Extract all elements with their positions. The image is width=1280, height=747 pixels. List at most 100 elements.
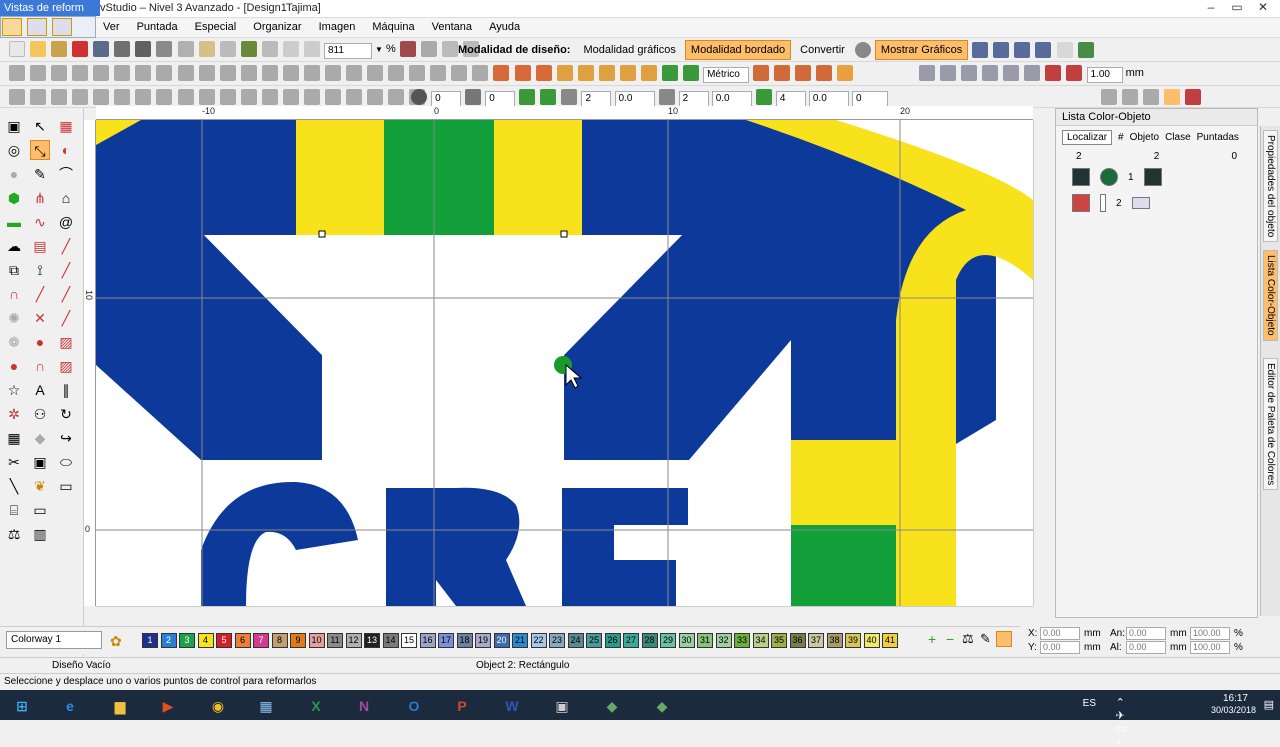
effect-7-icon[interactable] — [683, 65, 699, 81]
transform-18-icon[interactable] — [367, 89, 384, 105]
color-swatch[interactable]: 26 — [604, 633, 621, 648]
colorway-select[interactable]: Colorway 1 — [6, 631, 102, 649]
gear-icon[interactable]: ✲ — [4, 404, 24, 424]
tab-object-properties[interactable]: Propiedades del objeto — [1263, 130, 1278, 243]
color-swatch[interactable]: 22 — [530, 633, 547, 648]
yellow-stripe-1[interactable] — [296, 120, 384, 235]
transform-8-icon[interactable] — [156, 89, 173, 105]
zoom-icon[interactable] — [282, 41, 299, 57]
knife-icon[interactable]: ╲ — [4, 476, 24, 496]
transform-17-icon[interactable] — [346, 89, 362, 105]
embroidery-mode-button[interactable]: Modalidad bordado — [684, 40, 792, 60]
hatch-icon[interactable]: ▨ — [56, 332, 76, 352]
units-select[interactable]: Métrico — [703, 66, 750, 83]
loop-icon[interactable]: ❁ — [4, 332, 24, 352]
rotate-input[interactable]: 0 — [431, 90, 462, 107]
arc-red-icon[interactable]: ∩ — [30, 356, 50, 376]
hoop-icon[interactable]: ◎ — [4, 140, 24, 160]
stitch-type-5-icon[interactable] — [93, 65, 110, 81]
stitch-type-19-icon[interactable] — [388, 65, 405, 81]
star-icon[interactable]: ☆ — [4, 380, 24, 400]
color-swatch[interactable]: 25 — [586, 633, 602, 648]
stitch-type-14-icon[interactable] — [282, 65, 299, 81]
zoom-fit-icon[interactable] — [420, 41, 437, 57]
start-icon[interactable]: ⊞ — [2, 693, 42, 719]
align-2-icon[interactable] — [940, 65, 957, 81]
color-swatch[interactable]: 40 — [863, 633, 880, 648]
color-swatch[interactable]: 11 — [327, 633, 343, 648]
zoom-input[interactable]: 811 — [323, 42, 372, 59]
stitch-type-16-icon[interactable] — [324, 65, 341, 81]
transform-9-icon[interactable] — [177, 89, 194, 105]
green-stripe[interactable] — [384, 120, 494, 235]
tab-color-object-list[interactable]: Lista Color-Objeto — [1263, 250, 1278, 341]
graphics-mode-button[interactable]: Modalidad gráficos — [578, 40, 682, 60]
color-swatch[interactable]: 20 — [493, 633, 510, 648]
palette-settings-icon[interactable]: ✿ — [110, 633, 122, 650]
frame-icon[interactable]: ▣ — [4, 116, 24, 136]
align-6-icon[interactable] — [1024, 65, 1041, 81]
color-swatch[interactable]: 18 — [456, 633, 473, 648]
tab-color-palette-editor[interactable]: Editor de Paleta de Colores — [1263, 358, 1278, 491]
paste-icon[interactable] — [198, 41, 215, 57]
field-5[interactable]: 4 — [775, 90, 806, 107]
reshape-icon[interactable] — [27, 18, 48, 36]
text-icon[interactable]: A — [30, 380, 50, 400]
line-3-icon[interactable]: ╱ — [30, 284, 50, 304]
stitch-type-6-icon[interactable] — [114, 65, 131, 81]
color-swatch[interactable]: 12 — [345, 633, 362, 648]
circle-red-icon[interactable]: ● — [30, 332, 50, 352]
edit-node-icon[interactable] — [52, 18, 73, 36]
color-swatch[interactable]: 36 — [789, 633, 806, 648]
width-percent-field[interactable]: 100.00 — [1190, 627, 1230, 640]
circle-tool-icon[interactable]: ● — [4, 164, 24, 184]
menu-imagen[interactable]: Imagen — [312, 18, 363, 36]
stitch-gen-icon[interactable] — [519, 89, 536, 105]
effect-3-icon[interactable] — [598, 65, 615, 81]
grid-fill-icon[interactable]: ▤ — [30, 236, 50, 256]
color-swatch[interactable]: 33 — [734, 633, 750, 648]
open-folder-icon[interactable] — [30, 41, 47, 57]
print-icon[interactable] — [114, 41, 131, 57]
stitch-regen-icon[interactable] — [540, 89, 557, 105]
notifications-icon[interactable]: ▤ — [1264, 698, 1274, 711]
color-swatch[interactable]: 21 — [512, 633, 528, 648]
new-file-icon[interactable] — [9, 41, 25, 57]
menu-especial[interactable]: Especial — [188, 18, 244, 36]
node-tool-icon[interactable] — [972, 42, 989, 59]
letter-r[interactable] — [386, 487, 526, 606]
tool-c-icon[interactable] — [816, 65, 833, 81]
color-swatch[interactable]: 27 — [623, 633, 639, 648]
color-swatch[interactable]: 14 — [382, 633, 399, 648]
transform-6-icon[interactable] — [114, 89, 131, 105]
effect-2-icon[interactable] — [577, 65, 594, 81]
color-swatch[interactable]: 4 — [197, 633, 214, 648]
satin-icon[interactable]: ▬ — [4, 212, 24, 232]
transform-11-icon[interactable] — [219, 89, 236, 105]
stitch-type-11-icon[interactable] — [219, 65, 236, 81]
align-4-icon[interactable] — [982, 65, 999, 81]
circle-red-2-icon[interactable]: ● — [4, 356, 24, 376]
excel-icon[interactable]: X — [296, 693, 336, 719]
color-swatch[interactable]: 5 — [216, 633, 232, 648]
stitch-type-23-icon[interactable] — [472, 65, 489, 81]
color-swatch[interactable]: 15 — [401, 633, 417, 648]
rotate-icon[interactable] — [411, 89, 427, 105]
color-swatch[interactable]: 2 — [160, 633, 177, 648]
color-swatch[interactable]: 3 — [179, 633, 195, 648]
parallel-icon[interactable]: ∥ — [56, 380, 76, 400]
stitch-type-2-icon[interactable] — [30, 65, 47, 81]
line-2-icon[interactable]: ╱ — [56, 260, 76, 280]
field-1[interactable]: 2 — [581, 90, 612, 107]
color-swatch[interactable]: 23 — [549, 633, 565, 648]
move-icon[interactable] — [755, 89, 772, 105]
color-swatch[interactable]: 10 — [308, 633, 325, 648]
spiral-icon[interactable]: @ — [56, 212, 76, 232]
stitch-type-9-icon[interactable] — [177, 65, 194, 81]
cross-icon[interactable]: ✕ — [30, 308, 50, 328]
transform-5-icon[interactable] — [93, 89, 110, 105]
fill-pattern-icon[interactable] — [535, 65, 552, 81]
word-icon[interactable]: W — [492, 693, 532, 719]
color-swatch[interactable]: 34 — [752, 633, 769, 648]
pencil-color-icon[interactable]: ✎ — [980, 631, 991, 647]
